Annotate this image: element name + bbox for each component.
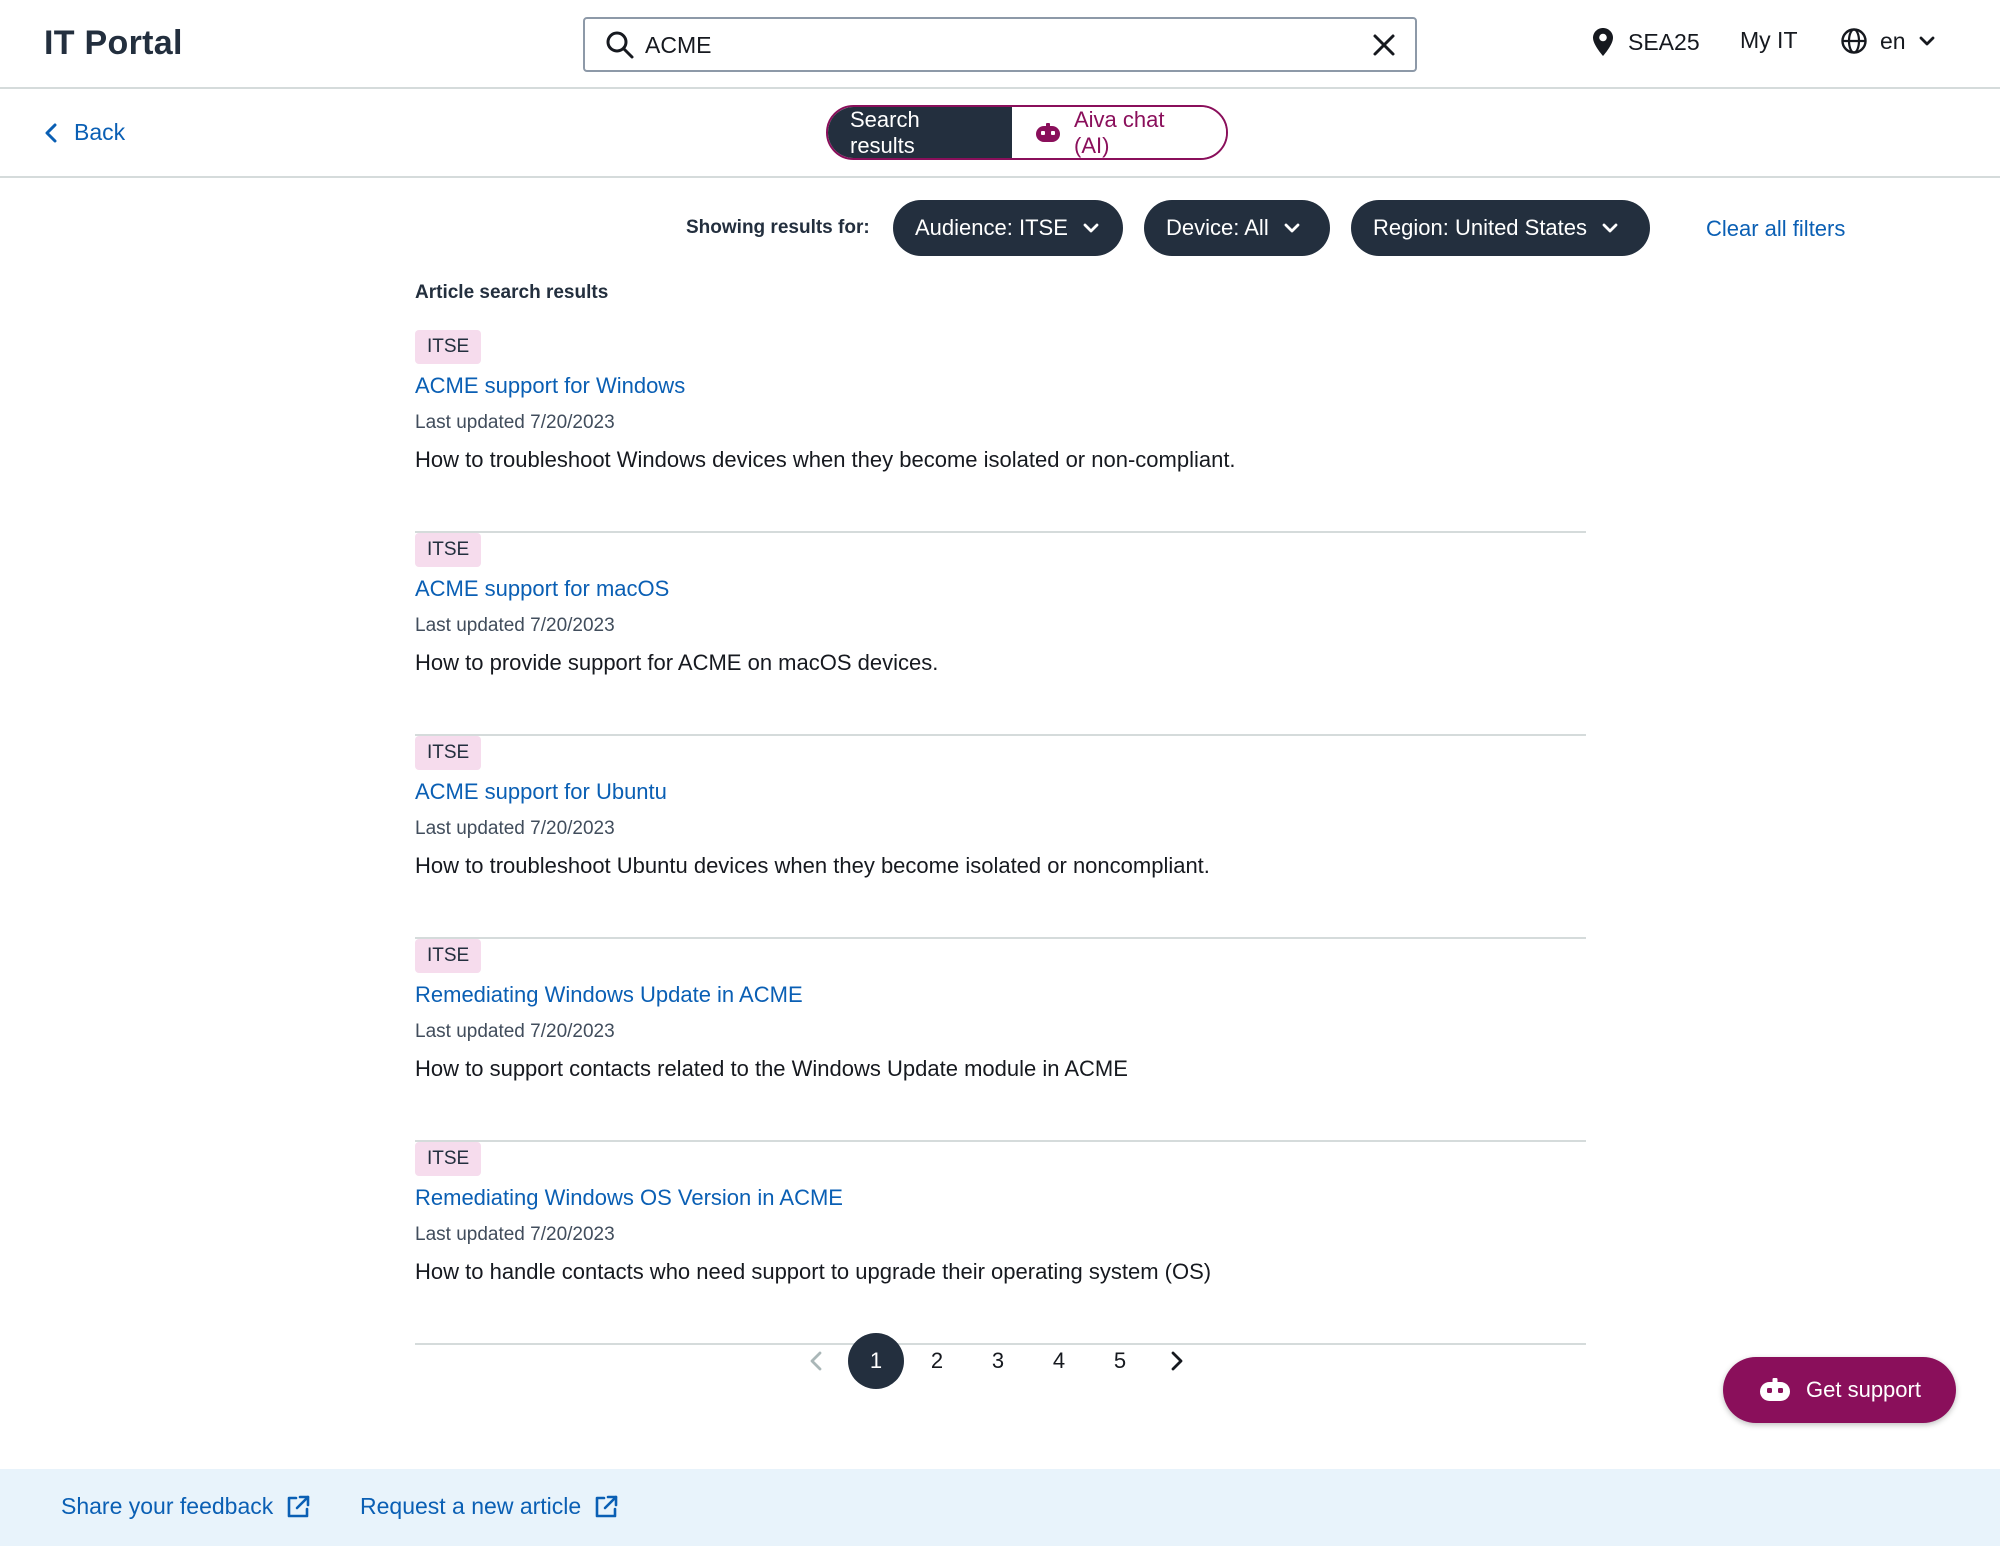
back-link[interactable]: Back [44,119,125,146]
location-selector[interactable]: SEA25 [1592,27,1700,57]
list-item: ITSE ACME support for macOS Last updated… [415,533,1586,736]
close-icon[interactable] [1371,32,1397,58]
audience-filter[interactable]: Audience: ITSE [893,200,1123,256]
filter-bar: Showing results for: Audience: ITSE Devi… [0,200,2000,256]
search-box[interactable] [583,17,1417,72]
page-button-4[interactable]: 4 [1031,1333,1087,1389]
audience-badge: ITSE [415,330,482,364]
location-label: SEA25 [1628,28,1700,55]
robot-icon [1758,1377,1792,1403]
results-section-title: Article search results [415,282,609,303]
external-link-icon [581,1494,619,1520]
page-button-3[interactable]: 3 [970,1333,1026,1389]
last-updated: Last updated 7/20/2023 [415,412,615,433]
article-title-link[interactable]: ACME support for Ubuntu [415,779,667,805]
last-updated: Last updated 7/20/2023 [415,615,615,636]
language-selector[interactable]: en [1840,27,1936,55]
search-icon[interactable] [605,30,635,60]
share-feedback-link[interactable]: Share your feedback [61,1493,311,1520]
article-title-link[interactable]: Remediating Windows OS Version in ACME [415,1185,843,1211]
request-article-label: Request a new article [360,1493,582,1519]
footer: Share your feedback Request a new articl… [0,1469,2000,1546]
article-description: How to troubleshoot Windows devices when… [415,447,1236,472]
chevron-down-icon [1082,222,1100,234]
region-filter-label: Region: United States [1373,215,1588,240]
region-filter[interactable]: Region: United States [1351,200,1650,256]
last-updated: Last updated 7/20/2023 [415,1021,615,1042]
article-description: How to handle contacts who need support … [415,1259,1212,1284]
page-button-1[interactable]: 1 [848,1333,904,1389]
article-description: How to troubleshoot Ubuntu devices when … [415,853,1210,878]
view-toggle: Search results Aiva chat (AI) [826,105,1228,160]
list-item: ITSE ACME support for Ubuntu Last update… [415,736,1586,939]
article-title-link[interactable]: ACME support for Windows [415,373,685,399]
audience-filter-label: Audience: ITSE [915,215,1068,240]
get-support-button[interactable]: Get support [1723,1357,1956,1423]
showing-results-label: Showing results for: [686,217,870,238]
sub-navigation-bar: Back Search results Aiva chat (AI) [0,89,2000,178]
list-item: ITSE Remediating Windows OS Version in A… [415,1142,1586,1345]
share-feedback-label: Share your feedback [61,1493,274,1519]
chevron-left-icon [44,122,58,144]
external-link-icon [273,1494,311,1520]
last-updated: Last updated 7/20/2023 [415,818,615,839]
tab-search-results[interactable]: Search results [828,107,1012,158]
audience-badge: ITSE [415,736,482,770]
robot-icon [1034,122,1062,144]
chevron-right-icon [1170,1350,1184,1372]
search-input[interactable] [645,27,1345,63]
location-pin-icon [1592,27,1614,57]
aiva-chat-label: Aiva chat (AI) [1074,106,1165,158]
audience-badge: ITSE [415,1142,482,1176]
next-page-button[interactable] [1161,1333,1193,1389]
my-it-link[interactable]: My IT [1740,27,1798,54]
page-button-2[interactable]: 2 [909,1333,965,1389]
article-description: How to provide support for ACME on macOS… [415,650,939,675]
page-button-5[interactable]: 5 [1092,1333,1148,1389]
clear-all-filters-link[interactable]: Clear all filters [1706,216,1845,242]
tab-aiva-chat[interactable]: Aiva chat (AI) [1012,107,1226,158]
article-description: How to support contacts related to the W… [415,1056,1128,1081]
previous-page-button[interactable] [800,1333,832,1389]
chevron-down-icon [1283,222,1301,234]
audience-badge: ITSE [415,939,482,973]
audience-badge: ITSE [415,533,482,567]
get-support-label: Get support [1806,1377,1921,1402]
language-label: en [1880,27,1906,54]
article-title-link[interactable]: ACME support for macOS [415,576,669,602]
chevron-left-icon [809,1350,823,1372]
pagination: 1 2 3 4 5 [800,1333,1209,1389]
last-updated: Last updated 7/20/2023 [415,1224,615,1245]
device-filter[interactable]: Device: All [1144,200,1330,256]
top-header: IT Portal SEA25 My IT en [0,0,2000,89]
request-article-link[interactable]: Request a new article [360,1493,619,1520]
globe-icon [1840,27,1868,55]
chevron-down-icon [1601,222,1619,234]
article-title-link[interactable]: Remediating Windows Update in ACME [415,982,803,1008]
list-item: ITSE Remediating Windows Update in ACME … [415,939,1586,1142]
device-filter-label: Device: All [1166,215,1269,240]
results-list: ITSE ACME support for Windows Last updat… [415,330,1586,1345]
back-label: Back [74,119,126,145]
portal-logo[interactable]: IT Portal [44,24,183,63]
chevron-down-icon [1918,35,1936,47]
list-item: ITSE ACME support for Windows Last updat… [415,330,1586,533]
